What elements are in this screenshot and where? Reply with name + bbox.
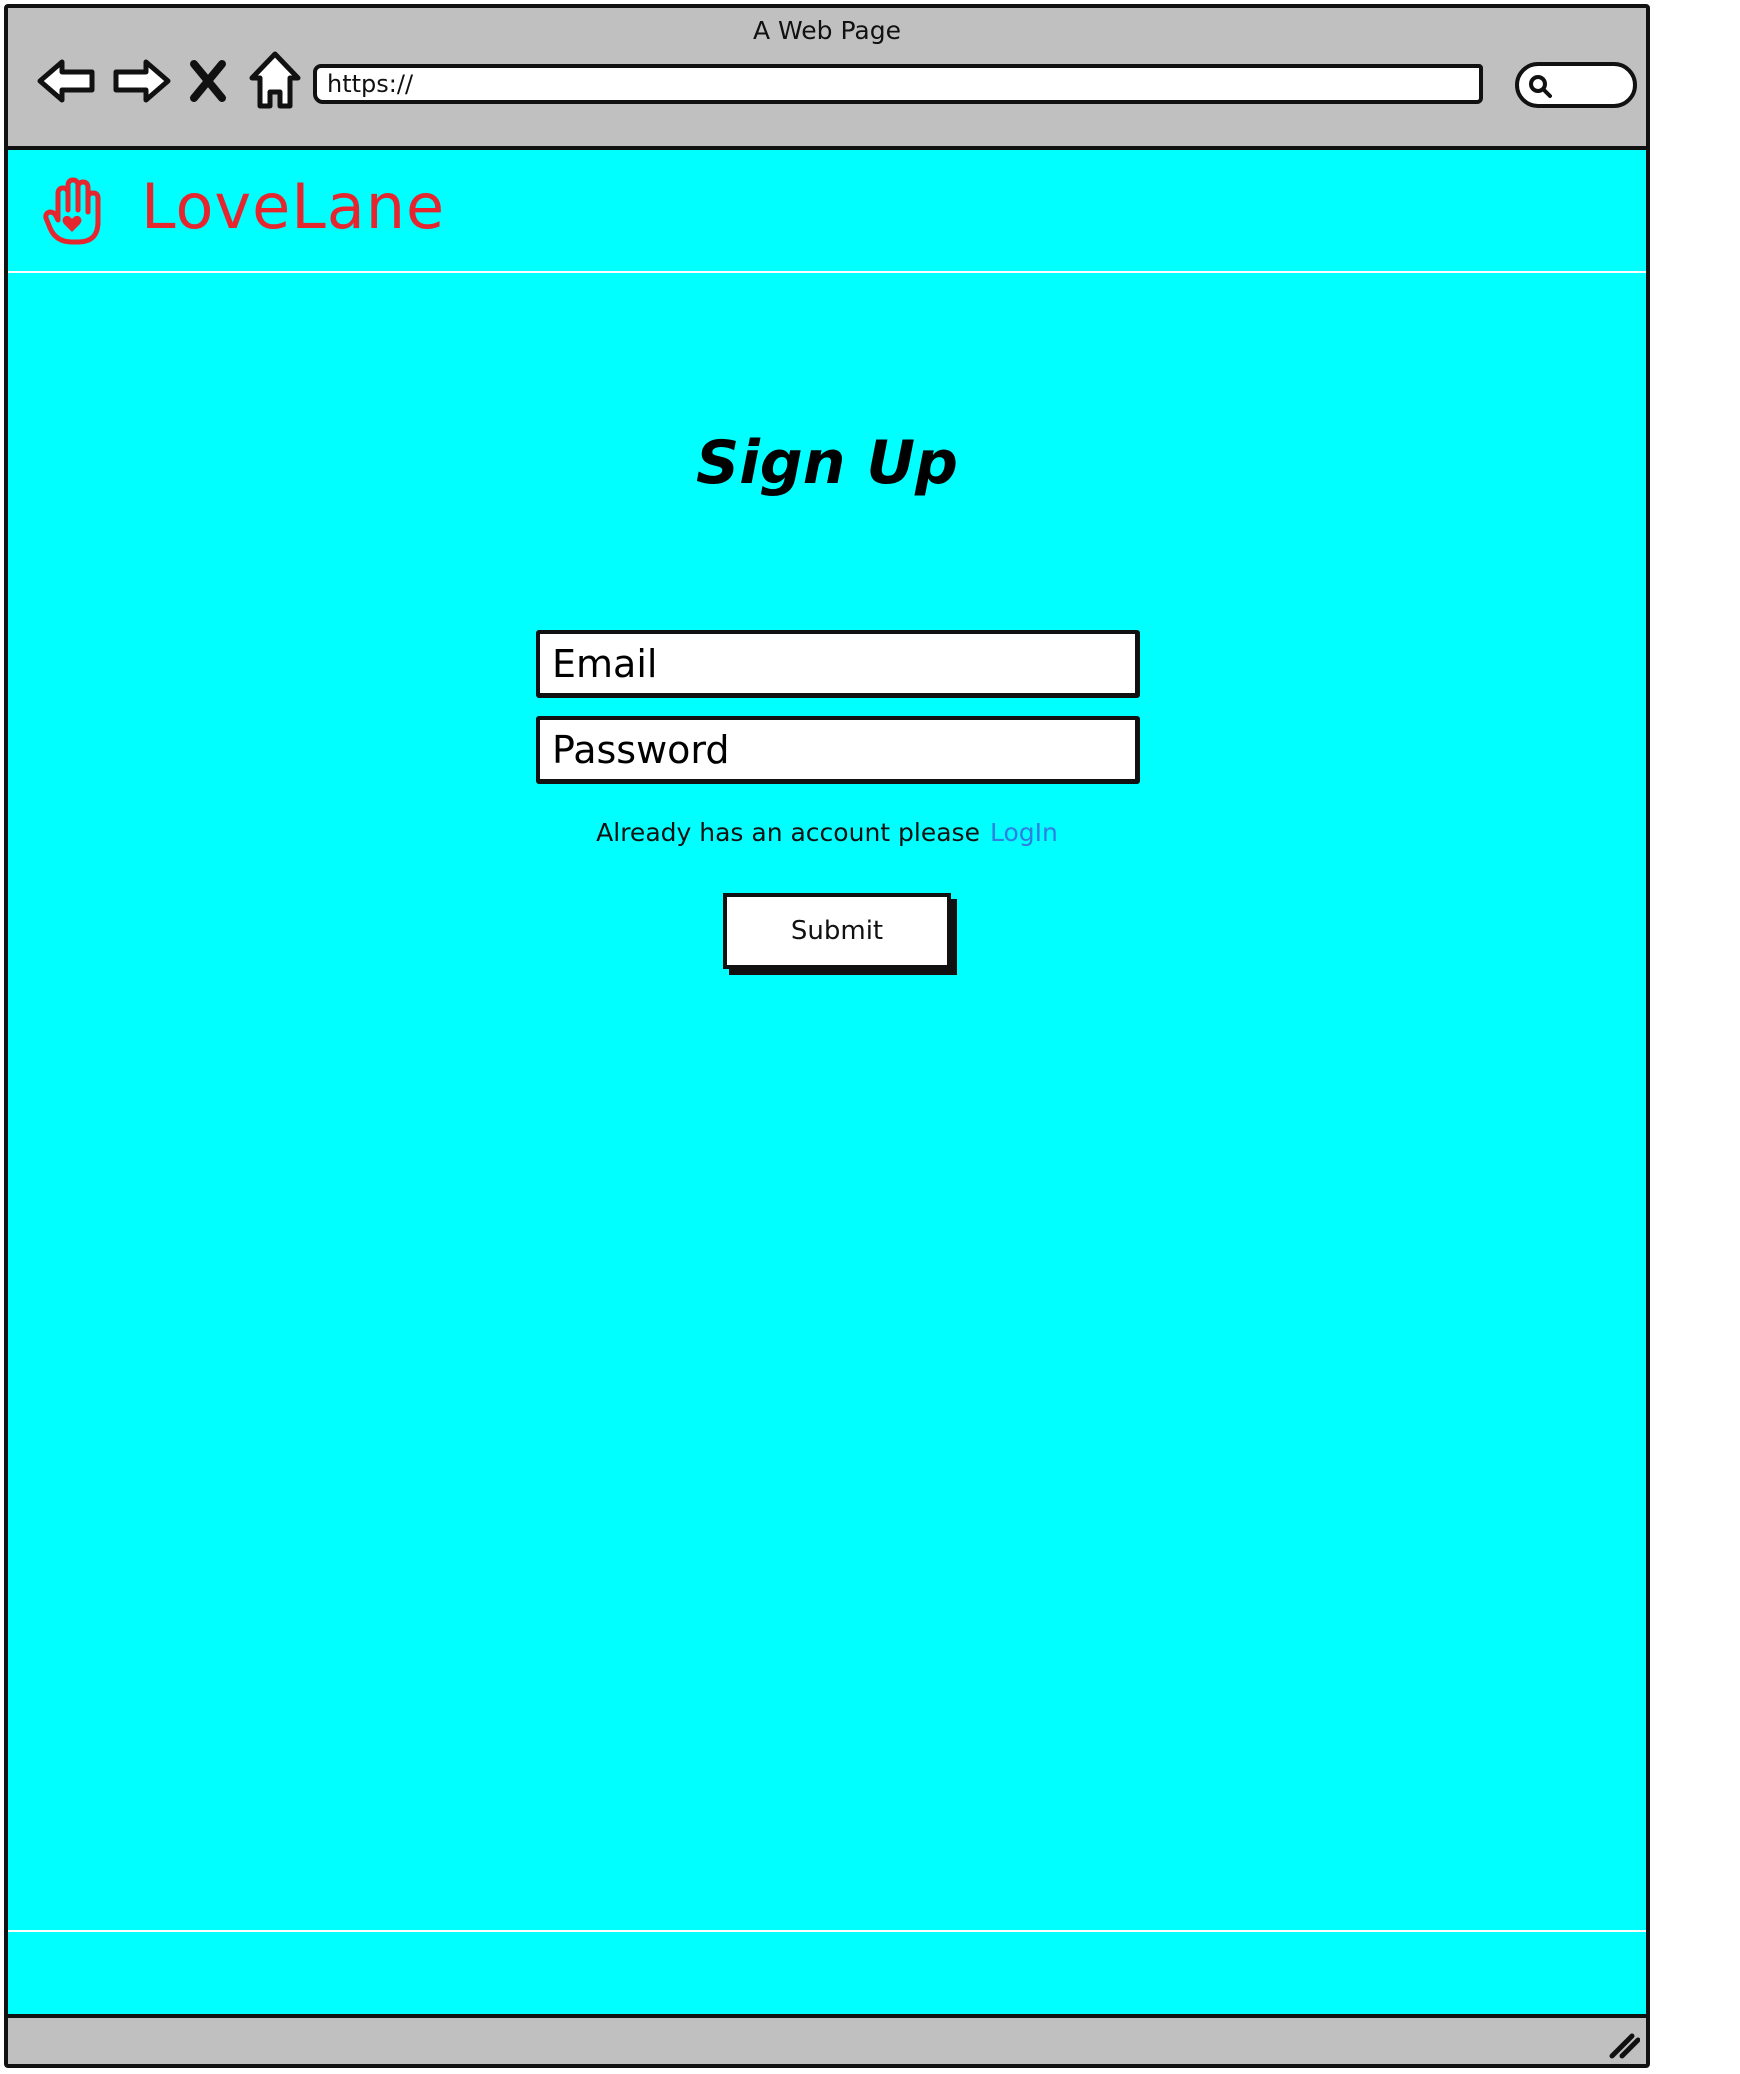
search-input[interactable] [1515, 62, 1637, 108]
header-divider [8, 271, 1646, 273]
browser-window: A Web Page https:// LoveLane Sign Up Ema… [4, 4, 1650, 2068]
submit-button[interactable]: Submit [723, 893, 951, 969]
stop-icon[interactable] [184, 50, 232, 112]
home-icon[interactable] [244, 50, 306, 112]
email-field[interactable] [536, 630, 1140, 698]
back-arrow-icon[interactable] [36, 50, 98, 112]
status-bar [8, 2014, 1646, 2064]
footer-divider [8, 1930, 1646, 1932]
login-link[interactable]: LogIn [990, 818, 1058, 847]
raised-hand-heart-icon[interactable] [42, 176, 108, 248]
brand-name[interactable]: LoveLane [141, 170, 445, 243]
search-icon [1529, 75, 1552, 98]
login-prompt-text: Already has an account please [596, 818, 980, 847]
login-prompt: Already has an account please LogIn [8, 818, 1646, 847]
browser-toolbar: A Web Page [8, 8, 1646, 150]
forward-arrow-icon[interactable] [110, 50, 172, 112]
password-field[interactable] [536, 716, 1140, 784]
window-title: A Web Page [752, 16, 902, 45]
url-input[interactable] [313, 64, 1483, 104]
page-title: Sign Up [695, 428, 958, 498]
resize-grip-icon[interactable] [1606, 2026, 1640, 2060]
